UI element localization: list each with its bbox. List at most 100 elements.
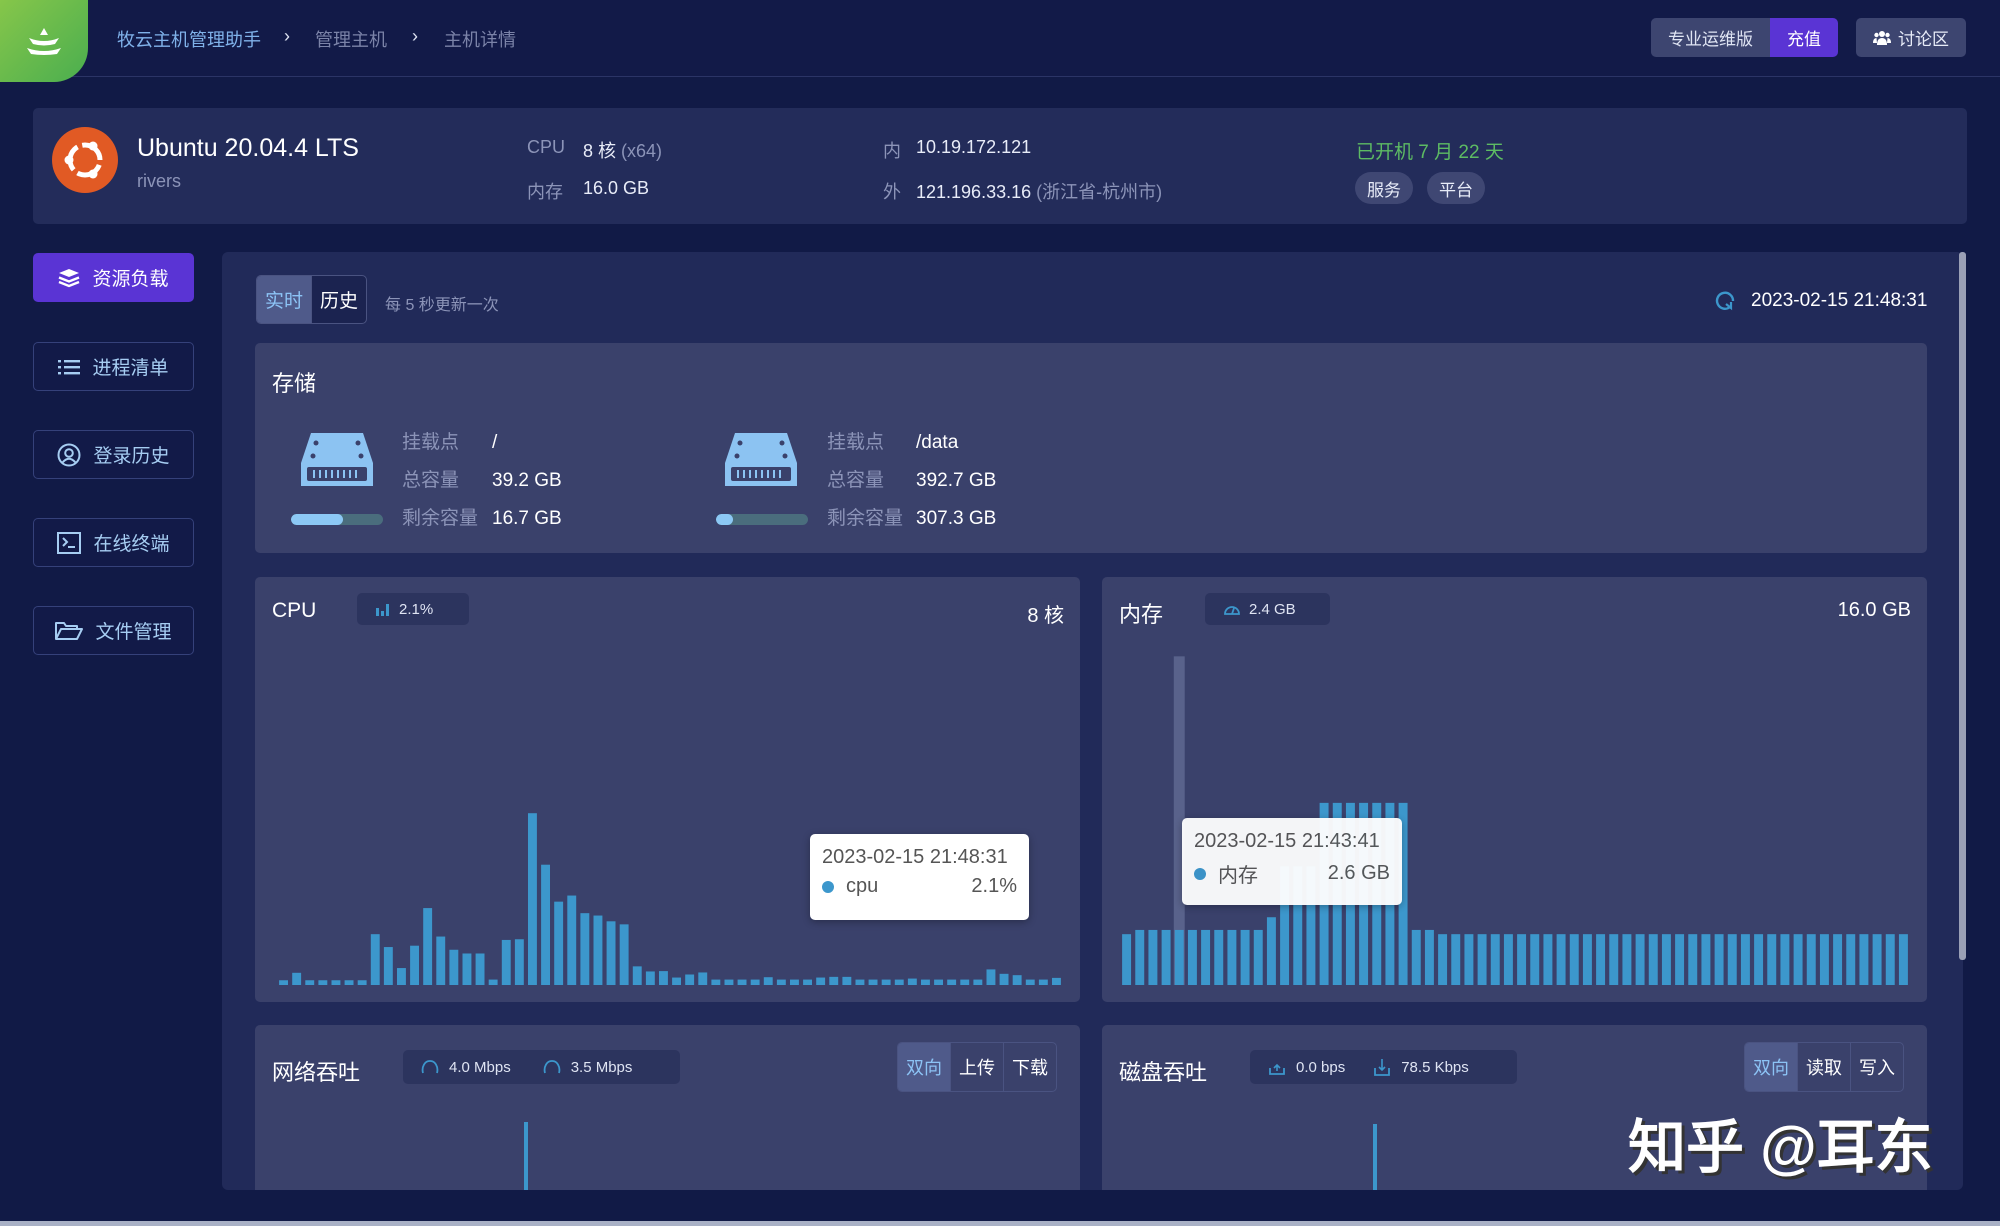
memory-bar[interactable] [1425, 930, 1434, 985]
memory-bar[interactable] [1662, 934, 1671, 985]
memory-bar[interactable] [1622, 934, 1631, 985]
cpu-bar[interactable] [410, 946, 419, 985]
cpu-bar[interactable] [358, 980, 367, 985]
memory-bar[interactable] [1701, 934, 1710, 985]
memory-bar[interactable] [1649, 934, 1658, 985]
recharge-button[interactable]: 充值 [1770, 18, 1838, 57]
memory-bar[interactable] [1675, 934, 1684, 985]
memory-bar[interactable] [1688, 934, 1697, 985]
cpu-bar[interactable] [436, 937, 445, 985]
cpu-bar[interactable] [960, 980, 969, 985]
memory-bar[interactable] [1214, 930, 1223, 985]
cpu-bar[interactable] [842, 977, 851, 985]
memory-bar[interactable] [1464, 934, 1473, 985]
cpu-bar[interactable] [934, 980, 943, 985]
cpu-bar[interactable] [829, 977, 838, 985]
memory-bar[interactable] [1543, 934, 1552, 985]
cpu-bar[interactable] [567, 896, 576, 985]
cpu-bar[interactable] [593, 916, 602, 985]
memory-bar[interactable] [1728, 934, 1737, 985]
cpu-bar[interactable] [1026, 980, 1035, 985]
cpu-bar[interactable] [620, 924, 629, 985]
tag-service[interactable]: 服务 [1355, 172, 1413, 204]
memory-bar[interactable] [1517, 934, 1526, 985]
cpu-bar[interactable] [869, 980, 878, 985]
cpu-bar[interactable] [803, 980, 812, 985]
sidebar-item-resource-load[interactable]: 资源负载 [33, 253, 194, 302]
cpu-bar[interactable] [607, 921, 616, 985]
mode-upload[interactable]: 上传 [950, 1043, 1003, 1091]
memory-bar[interactable] [1780, 934, 1789, 985]
mode-read[interactable]: 读取 [1797, 1043, 1850, 1091]
cpu-bar[interactable] [580, 913, 589, 985]
cpu-bar[interactable] [633, 966, 642, 985]
cpu-bar[interactable] [646, 971, 655, 985]
cpu-bar[interactable] [384, 947, 393, 985]
memory-bar[interactable] [1504, 934, 1513, 985]
cpu-bar[interactable] [449, 950, 458, 985]
tag-platform[interactable]: 平台 [1427, 172, 1485, 204]
cpu-bar[interactable] [318, 980, 327, 985]
cpu-bar[interactable] [816, 978, 825, 985]
memory-bar[interactable] [1478, 934, 1487, 985]
cpu-bar[interactable] [659, 971, 668, 985]
mode-write[interactable]: 写入 [1850, 1043, 1903, 1091]
memory-bar[interactable] [1162, 930, 1171, 985]
memory-bar[interactable] [1767, 934, 1776, 985]
cpu-bar[interactable] [711, 980, 720, 985]
cpu-bar[interactable] [751, 980, 760, 985]
memory-bar[interactable] [1596, 934, 1605, 985]
memory-bar[interactable] [1135, 930, 1144, 985]
memory-bar[interactable] [1241, 930, 1250, 985]
memory-bar[interactable] [1583, 934, 1592, 985]
cpu-bar[interactable] [1052, 978, 1061, 985]
cpu-bar[interactable] [292, 973, 301, 985]
cpu-bar[interactable] [947, 980, 956, 985]
memory-bar[interactable] [1899, 934, 1908, 985]
mode-both[interactable]: 双向 [1745, 1043, 1797, 1091]
cpu-bar[interactable] [986, 969, 995, 985]
cpu-bar[interactable] [724, 980, 733, 985]
cpu-bar[interactable] [1039, 980, 1048, 985]
memory-bar[interactable] [1886, 934, 1895, 985]
memory-bar-chart[interactable] [1120, 641, 1910, 985]
tab-realtime[interactable]: 实时 [257, 276, 311, 323]
cpu-bar[interactable] [502, 940, 511, 985]
memory-bar[interactable] [1820, 934, 1829, 985]
sidebar-item-login-history[interactable]: 登录历史 [33, 430, 194, 479]
cpu-bar-chart[interactable] [277, 641, 1063, 985]
cpu-bar[interactable] [973, 980, 982, 985]
edition-button[interactable]: 专业运维版 [1651, 18, 1770, 57]
cpu-bar[interactable] [790, 980, 799, 985]
cpu-bar[interactable] [279, 980, 288, 985]
sidebar-item-file-manager[interactable]: 文件管理 [33, 606, 194, 655]
memory-bar[interactable] [1412, 930, 1421, 985]
memory-bar[interactable] [1557, 934, 1566, 985]
memory-bar[interactable] [1227, 930, 1236, 985]
cpu-bar[interactable] [685, 974, 694, 985]
memory-bar[interactable] [1175, 930, 1184, 985]
cpu-bar[interactable] [397, 968, 406, 985]
memory-bar[interactable] [1807, 934, 1816, 985]
mode-download[interactable]: 下载 [1003, 1043, 1056, 1091]
forum-button[interactable]: 讨论区 [1856, 18, 1966, 57]
cpu-bar[interactable] [855, 980, 864, 985]
memory-bar[interactable] [1188, 930, 1197, 985]
memory-bar[interactable] [1491, 934, 1500, 985]
cpu-bar[interactable] [908, 979, 917, 985]
memory-bar[interactable] [1148, 930, 1157, 985]
cpu-bar[interactable] [462, 953, 471, 985]
memory-bar[interactable] [1609, 934, 1618, 985]
cpu-bar[interactable] [921, 980, 930, 985]
cpu-bar[interactable] [541, 865, 550, 985]
cpu-bar[interactable] [489, 980, 498, 985]
memory-bar[interactable] [1754, 934, 1763, 985]
memory-bar[interactable] [1715, 934, 1724, 985]
cpu-bar[interactable] [476, 953, 485, 985]
cpu-bar[interactable] [515, 939, 524, 985]
memory-bar[interactable] [1859, 934, 1868, 985]
cpu-bar[interactable] [371, 934, 380, 985]
cpu-bar[interactable] [423, 908, 432, 985]
cpu-bar[interactable] [554, 902, 563, 985]
sidebar-item-terminal[interactable]: 在线终端 [33, 518, 194, 567]
